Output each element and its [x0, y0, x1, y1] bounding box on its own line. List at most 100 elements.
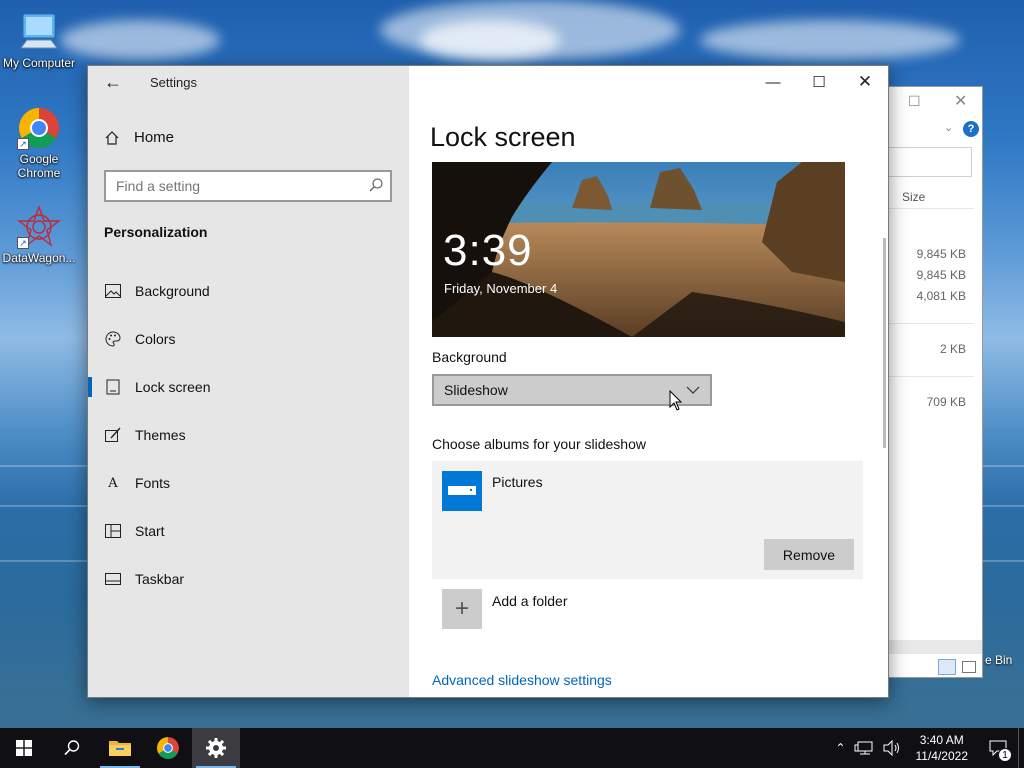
section-title: Personalization [104, 224, 208, 240]
shortcut-arrow-icon: ↗ [17, 237, 29, 249]
album-item-pictures[interactable]: Pictures Remove [432, 461, 863, 579]
show-hidden-icons-chevron-icon[interactable]: ⌃ [830, 741, 852, 755]
nav-item-label: Fonts [135, 475, 171, 491]
windows-logo-icon [16, 740, 32, 756]
file-size: 9,845 KB [916, 247, 966, 261]
add-folder-label[interactable]: Add a folder [492, 593, 568, 609]
size-column-header[interactable]: Size [902, 190, 925, 204]
nav-item-label: Background [135, 283, 210, 299]
nav-home-label: Home [134, 129, 175, 146]
search-icon [64, 740, 80, 756]
app-title: Settings [150, 75, 197, 90]
taskbar-file-explorer[interactable] [96, 728, 144, 768]
background-label: Background [432, 349, 507, 365]
file-size: 2 KB [939, 342, 966, 356]
desktop-icon-my-computer[interactable]: My Computer [1, 10, 77, 70]
close-icon[interactable]: ✕ [842, 66, 888, 98]
page-title: Lock screen [430, 122, 576, 152]
background-dropdown-value: Slideshow [444, 382, 508, 398]
network-icon[interactable] [854, 740, 876, 756]
nav-item-label: Taskbar [135, 571, 185, 587]
minimize-icon[interactable]: — [750, 66, 796, 98]
file-size: 9,845 KB [916, 268, 966, 282]
preview-clock: 3:39 [443, 226, 533, 275]
preview-date: Friday, November 4 [444, 281, 558, 296]
maximize-icon[interactable]: ☐ [908, 93, 921, 110]
nav-item-label: Colors [135, 331, 176, 347]
album-name: Pictures [492, 474, 543, 490]
taskbar-search-button[interactable] [48, 728, 96, 768]
plus-icon: + [454, 595, 469, 622]
nav-item-colors[interactable]: Colors [88, 319, 409, 359]
palette-icon [105, 331, 121, 347]
gear-icon [206, 738, 226, 758]
start-icon [105, 523, 121, 539]
chrome-icon: ↗ [17, 106, 61, 150]
desktop-icon-google-chrome[interactable]: ↗ Google Chrome [1, 106, 77, 180]
settings-content: — ☐ ✕ Lock screen 3:39 Friday, November … [409, 66, 888, 697]
folder-icon [442, 471, 482, 511]
taskbar-settings[interactable] [192, 728, 240, 768]
taskbar-chrome[interactable] [144, 728, 192, 768]
vertical-scrollbar[interactable] [883, 238, 886, 448]
nav-home[interactable]: Home [104, 129, 174, 146]
mouse-cursor-icon [669, 390, 683, 411]
datawagon-logo-icon: ↗ [16, 204, 62, 249]
settings-sidebar: ← Settings Home Personalization Backgrou… [88, 66, 409, 697]
computer-icon [17, 10, 61, 54]
chevron-down-icon [686, 386, 700, 394]
taskbar: ⌃ 3:40 AM 11/4/2022 1 [0, 728, 1024, 768]
maximize-icon[interactable]: ☐ [796, 66, 842, 98]
nav-item-lock-screen[interactable]: Lock screen [88, 367, 409, 407]
large-icons-view-icon[interactable] [962, 661, 976, 673]
notification-count-badge: 1 [998, 748, 1012, 762]
system-tray: ⌃ 3:40 AM 11/4/2022 1 [830, 728, 1024, 768]
desktop-icon-label: Google Chrome [17, 152, 61, 180]
taskbar-icon [105, 571, 121, 587]
nav-item-fonts[interactable]: A Fonts [88, 463, 409, 503]
lock-screen-preview: 3:39 Friday, November 4 [432, 162, 845, 337]
settings-search-box[interactable] [104, 170, 392, 202]
chrome-icon [157, 737, 179, 759]
help-icon[interactable]: ? [963, 121, 979, 137]
nav-item-label: Start [135, 523, 165, 539]
close-icon[interactable]: ✕ [954, 91, 967, 111]
picture-icon [105, 283, 121, 299]
shortcut-arrow-icon: ↗ [17, 138, 29, 150]
taskbar-clock[interactable]: 3:40 AM 11/4/2022 [916, 732, 969, 764]
lock-screen-icon [105, 379, 121, 395]
file-explorer-window[interactable]: ☐ ✕ ⌄ ? Size 9,845 KB 9,845 KB 4,081 KB … [887, 86, 983, 678]
chevron-down-icon[interactable]: ⌄ [944, 121, 953, 134]
back-arrow-icon[interactable]: ← [104, 72, 122, 93]
desktop-icon-label: My Computer [2, 56, 76, 70]
home-icon [105, 130, 119, 145]
start-button[interactable] [0, 728, 48, 768]
explorer-search-box[interactable] [888, 147, 972, 177]
nav-item-themes[interactable]: Themes [88, 415, 409, 455]
taskbar-date: 11/4/2022 [915, 749, 969, 763]
fonts-icon: A [108, 475, 118, 491]
nav-item-taskbar[interactable]: Taskbar [88, 559, 409, 599]
settings-search-input[interactable] [106, 172, 346, 200]
notification-center-button[interactable]: 1 [978, 728, 1018, 768]
nav-item-label: Lock screen [135, 379, 211, 395]
volume-icon[interactable] [882, 740, 902, 756]
albums-label: Choose albums for your slideshow [432, 436, 646, 452]
settings-window: ← Settings Home Personalization Backgrou… [87, 65, 889, 698]
nav-item-background[interactable]: Background [88, 271, 409, 311]
details-view-icon[interactable] [938, 659, 956, 675]
nav-item-label: Themes [135, 427, 186, 443]
nav-item-start[interactable]: Start [88, 511, 409, 551]
desktop-icon-label: DataWagon... [2, 251, 76, 265]
recycle-bin-label-fragment: e Bin [985, 653, 1013, 667]
search-icon[interactable] [368, 177, 384, 193]
advanced-slideshow-settings-link[interactable]: Advanced slideshow settings [432, 672, 612, 688]
show-desktop-button[interactable] [1018, 728, 1024, 768]
desktop-icon-datawagon[interactable]: ↗ DataWagon... [1, 204, 77, 265]
remove-button[interactable]: Remove [764, 539, 854, 570]
folder-icon [109, 741, 131, 756]
file-size: 4,081 KB [916, 289, 966, 303]
add-folder-button[interactable]: + [442, 589, 482, 629]
horizontal-scrollbar[interactable] [888, 640, 982, 654]
taskbar-time: 3:40 AM [919, 733, 964, 747]
